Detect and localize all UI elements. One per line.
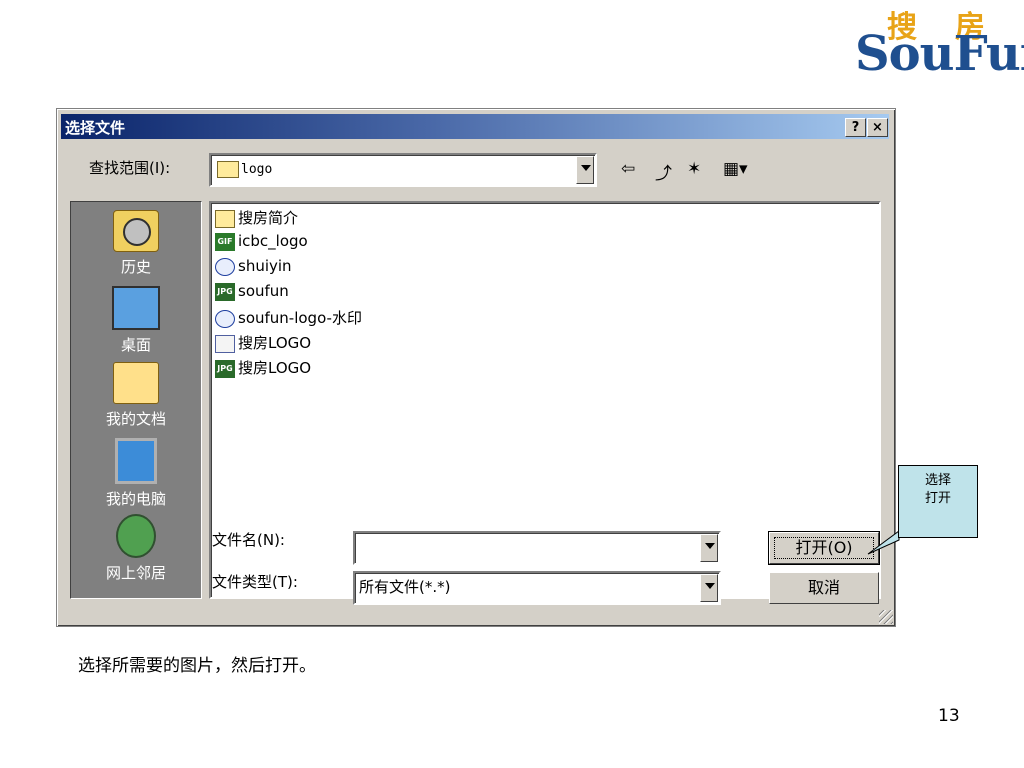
dropdown-arrow-icon[interactable] — [700, 534, 718, 562]
file-open-dialog: 选择文件 ? × 查找范围(I): logo ⇦ ⤴ ✶ ▦▾ 历史 桌面 我的… — [56, 108, 896, 627]
file-type-label: 文件类型(T): — [212, 573, 298, 591]
file-name: 搜房LOGO — [238, 334, 312, 352]
folder-icon — [217, 161, 239, 178]
list-item[interactable]: 搜房简介 — [215, 207, 298, 231]
place-label: 我的文档 — [105, 410, 166, 428]
folder-icon — [215, 209, 235, 228]
look-in-label: 查找范围(I): — [89, 159, 171, 177]
place-history[interactable]: 历史 — [71, 210, 201, 277]
jpg-file-icon: JPG — [215, 282, 235, 301]
jpg-file-icon: JPG — [215, 359, 235, 378]
focus-rect — [774, 537, 874, 559]
new-folder-icon[interactable]: ✶ — [687, 159, 701, 179]
dialog-title: 选择文件 — [65, 119, 126, 137]
callout-pointer — [867, 530, 900, 555]
callout-note: 选择 打开 — [898, 465, 978, 538]
my-documents-icon — [113, 362, 159, 404]
place-network[interactable]: 网上邻居 — [71, 514, 201, 583]
desktop-icon — [112, 286, 160, 330]
file-name-input[interactable] — [353, 531, 721, 565]
help-button[interactable]: ? — [845, 118, 866, 137]
file-type-dropdown[interactable]: 所有文件(*.*) — [353, 571, 721, 605]
view-menu-icon[interactable]: ▦▾ — [723, 159, 748, 179]
place-label: 桌面 — [120, 336, 151, 354]
history-icon — [113, 210, 159, 252]
dropdown-arrow-icon[interactable] — [700, 574, 718, 602]
list-item[interactable]: GIF icbc_logo — [215, 232, 308, 256]
list-item[interactable]: shuiyin — [215, 257, 292, 281]
resize-grip[interactable] — [879, 610, 893, 624]
cancel-button[interactable]: 取消 — [769, 572, 879, 604]
close-button[interactable]: × — [867, 118, 888, 137]
place-desktop[interactable]: 桌面 — [71, 286, 201, 355]
list-item[interactable]: soufun-logo-水印 — [215, 307, 362, 331]
file-name: icbc_logo — [238, 232, 308, 250]
place-label: 网上邻居 — [105, 564, 166, 582]
look-in-value: logo — [241, 162, 273, 177]
page-number: 13 — [938, 706, 960, 726]
file-name: shuiyin — [238, 257, 292, 275]
file-name: soufun-logo-水印 — [238, 309, 362, 327]
dropdown-arrow-icon[interactable] — [576, 156, 594, 184]
list-item[interactable]: JPG 搜房LOGO — [215, 357, 311, 381]
my-computer-icon — [115, 438, 157, 484]
file-type-value: 所有文件(*.*) — [359, 578, 451, 596]
logo-en: SouFun — [855, 26, 1024, 82]
place-my-computer[interactable]: 我的电脑 — [71, 438, 201, 509]
file-name-label: 文件名(N): — [212, 531, 285, 549]
document-file-icon — [215, 334, 235, 353]
open-button[interactable]: 打开(O) — [768, 531, 880, 565]
file-name: 搜房简介 — [238, 209, 299, 227]
file-name: 搜房LOGO — [238, 359, 312, 377]
slide-caption: 选择所需要的图片，然后打开。 — [78, 656, 316, 676]
image-file-icon — [215, 309, 235, 328]
soufun-logo: 搜 房 SouFun — [855, 2, 1024, 82]
title-bar[interactable]: 选择文件 ? × — [61, 114, 889, 139]
image-file-icon — [215, 257, 235, 276]
gif-file-icon: GIF — [215, 232, 235, 251]
list-item[interactable]: JPG soufun — [215, 282, 289, 306]
callout-line2: 打开 — [924, 491, 951, 506]
place-my-documents[interactable]: 我的文档 — [71, 362, 201, 429]
network-icon — [116, 514, 156, 558]
places-bar: 历史 桌面 我的文档 我的电脑 网上邻居 — [70, 201, 202, 599]
back-icon[interactable]: ⇦ — [621, 159, 635, 179]
look-in-dropdown[interactable]: logo — [209, 153, 597, 187]
place-label: 历史 — [120, 258, 151, 276]
list-item[interactable]: 搜房LOGO — [215, 332, 311, 356]
callout-line1: 选择 — [924, 473, 951, 488]
up-folder-icon[interactable]: ⤴ — [655, 159, 672, 184]
place-label: 我的电脑 — [105, 490, 166, 508]
file-name: soufun — [238, 282, 289, 300]
